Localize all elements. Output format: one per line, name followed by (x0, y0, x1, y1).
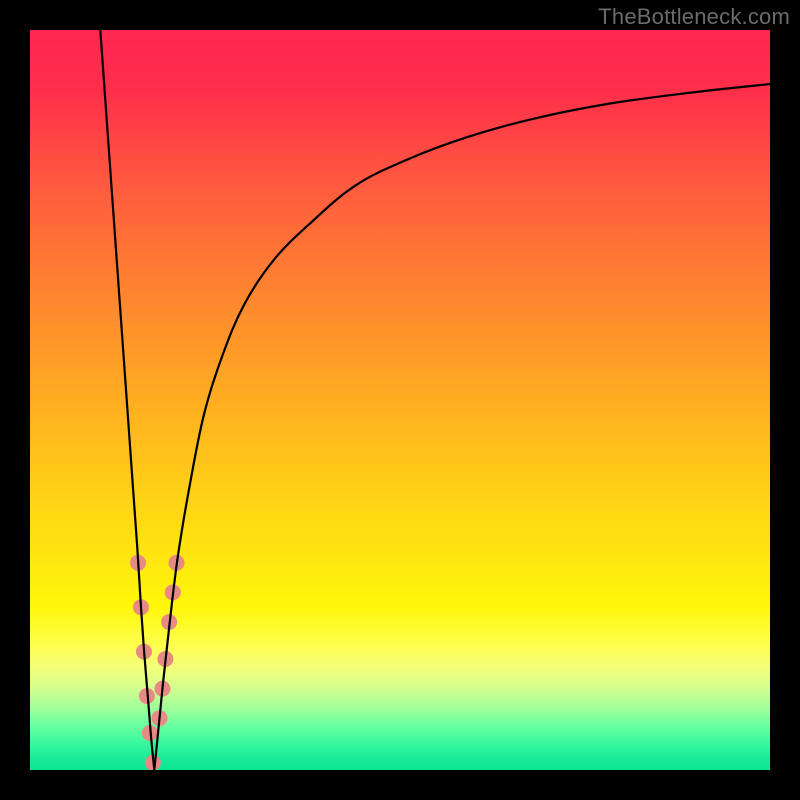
plot-area (30, 30, 770, 770)
curve-right-branch (154, 84, 770, 770)
curve-layer (30, 30, 770, 770)
watermark-label: TheBottleneck.com (598, 4, 790, 30)
chart-frame: TheBottleneck.com (0, 0, 800, 800)
